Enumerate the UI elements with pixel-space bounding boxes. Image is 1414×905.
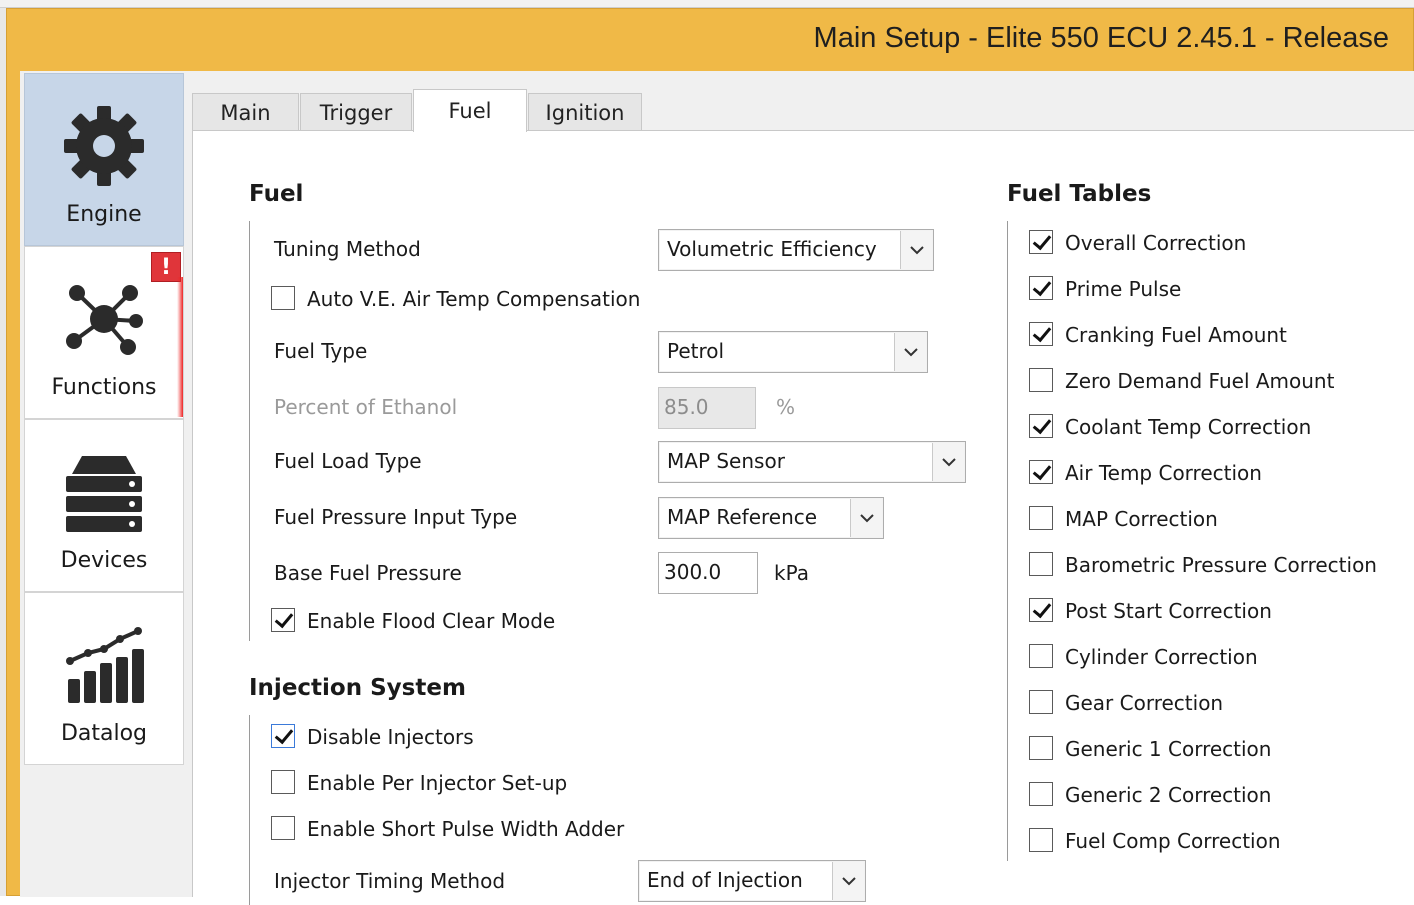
flood-clear-label: Enable Flood Clear Mode (307, 609, 556, 633)
base-fuel-pressure-label: Base Fuel Pressure (274, 561, 462, 585)
fuel-table-checkbox[interactable] (1029, 782, 1053, 806)
fuel-table-checkbox[interactable] (1029, 276, 1053, 300)
fuel-pressure-input-value: MAP Reference (667, 505, 818, 529)
fuel-table-label: Barometric Pressure Correction (1065, 553, 1377, 577)
ethanol-percent-field[interactable]: 85.0 (658, 387, 756, 429)
auto-ve-checkbox[interactable] (271, 286, 295, 310)
fuel-table-label: Generic 1 Correction (1065, 737, 1272, 761)
fuel-table-label: Air Temp Correction (1065, 461, 1262, 485)
flood-clear-checkbox[interactable] (271, 608, 295, 632)
base-fuel-pressure-unit: kPa (774, 561, 809, 585)
fuel-pressure-input-select[interactable]: MAP Reference (658, 497, 884, 539)
fuel-table-label: Coolant Temp Correction (1065, 415, 1312, 439)
tuning-method-select[interactable]: Volumetric Efficiency (658, 229, 934, 271)
sidebar-item-label: Functions (51, 375, 157, 400)
base-fuel-pressure-field[interactable]: 300.0 (658, 552, 758, 594)
fuel-table-label: Generic 2 Correction (1065, 783, 1272, 807)
fuel-type-select[interactable]: Petrol (658, 331, 928, 373)
fuel-load-type-select[interactable]: MAP Sensor (658, 441, 966, 483)
sidebar-item-devices[interactable]: Devices (24, 419, 184, 592)
chevron-down-icon[interactable] (850, 499, 882, 537)
fuel-table-checkbox[interactable] (1029, 736, 1053, 760)
fuel-tables-title: Fuel Tables (1007, 181, 1152, 207)
sidebar-item-label: Engine (66, 202, 142, 227)
fuel-table-label: MAP Correction (1065, 507, 1218, 531)
fuel-table-label: Overall Correction (1065, 231, 1247, 255)
fuel-table-checkbox[interactable] (1029, 690, 1053, 714)
fuel-table-checkbox[interactable] (1029, 460, 1053, 484)
fuel-table-checkbox[interactable] (1029, 644, 1053, 668)
ethanol-percent-unit: % (776, 395, 796, 419)
bar-chart-icon (62, 623, 146, 707)
chevron-down-icon[interactable] (832, 862, 864, 900)
server-stack-icon (62, 450, 146, 534)
fuel-load-type-value: MAP Sensor (667, 449, 785, 473)
fuel-type-label: Fuel Type (274, 339, 368, 363)
fuel-table-checkbox[interactable] (1029, 414, 1053, 438)
injector-timing-value: End of Injection (647, 868, 803, 892)
fuel-section-title: Fuel (249, 181, 304, 207)
fuel-table-label: Prime Pulse (1065, 277, 1182, 301)
injection-section-divider (249, 715, 250, 905)
fuel-table-checkbox[interactable] (1029, 322, 1053, 346)
chevron-down-icon[interactable] (900, 231, 932, 269)
fuel-tables-divider (1007, 221, 1008, 861)
background-window-edge (0, 0, 1414, 8)
fuel-table-checkbox[interactable] (1029, 368, 1053, 392)
network-icon (62, 277, 146, 361)
fuel-table-label: Post Start Correction (1065, 599, 1272, 623)
disable-injectors-checkbox[interactable] (271, 724, 295, 748)
chevron-down-icon[interactable] (894, 333, 926, 371)
fuel-section-divider (249, 221, 250, 641)
sidebar-item-label: Devices (60, 548, 148, 573)
injection-section-title: Injection System (249, 675, 466, 701)
injector-timing-label: Injector Timing Method (274, 869, 506, 893)
tuning-method-label: Tuning Method (274, 237, 421, 261)
ethanol-percent-label: Percent of Ethanol (274, 395, 458, 419)
tab-fuel[interactable]: Fuel (413, 89, 527, 132)
per-injector-checkbox[interactable] (271, 770, 295, 794)
title-bar[interactable]: Main Setup - Elite 550 ECU 2.45.1 - Rele… (7, 9, 1413, 71)
per-injector-label: Enable Per Injector Set-up (307, 771, 568, 795)
fuel-table-checkbox[interactable] (1029, 506, 1053, 530)
fuel-tab-panel: Fuel Tuning Method Volumetric Efficiency… (192, 130, 1414, 905)
fuel-table-checkbox[interactable] (1029, 230, 1053, 254)
fuel-pressure-input-label: Fuel Pressure Input Type (274, 505, 518, 529)
short-pulse-checkbox[interactable] (271, 816, 295, 840)
fuel-table-label: Cranking Fuel Amount (1065, 323, 1287, 347)
fuel-table-label: Zero Demand Fuel Amount (1065, 369, 1335, 393)
fuel-table-checkbox[interactable] (1029, 828, 1053, 852)
tab-ignition[interactable]: Ignition (528, 93, 642, 131)
fuel-type-value: Petrol (667, 339, 725, 363)
window-client-area: Engine ! Functions Devices Datalog Main … (20, 71, 1414, 905)
fuel-table-label: Gear Correction (1065, 691, 1224, 715)
chevron-down-icon[interactable] (932, 443, 964, 481)
fuel-load-type-label: Fuel Load Type (274, 449, 422, 473)
sidebar: Engine ! Functions Devices Datalog (24, 73, 185, 897)
short-pulse-label: Enable Short Pulse Width Adder (307, 817, 625, 841)
alert-glow (177, 277, 183, 417)
sidebar-item-datalog[interactable]: Datalog (24, 592, 184, 765)
main-setup-window: Main Setup - Elite 550 ECU 2.45.1 - Rele… (6, 8, 1414, 905)
window-title: Main Setup - Elite 550 ECU 2.45.1 - Rele… (813, 22, 1389, 54)
fuel-table-checkbox[interactable] (1029, 598, 1053, 622)
tab-trigger[interactable]: Trigger (300, 93, 412, 131)
fuel-table-label: Cylinder Correction (1065, 645, 1258, 669)
tab-main[interactable]: Main (192, 93, 299, 131)
disable-injectors-label: Disable Injectors (307, 725, 474, 749)
sidebar-item-label: Datalog (60, 721, 148, 746)
fuel-table-checkbox[interactable] (1029, 552, 1053, 576)
sidebar-item-engine[interactable]: Engine (24, 73, 184, 246)
auto-ve-label: Auto V.E. Air Temp Compensation (307, 287, 641, 311)
gear-icon (62, 104, 146, 188)
fuel-table-label: Fuel Comp Correction (1065, 829, 1281, 853)
sidebar-item-functions[interactable]: ! Functions (24, 246, 184, 419)
tuning-method-value: Volumetric Efficiency (667, 237, 877, 261)
